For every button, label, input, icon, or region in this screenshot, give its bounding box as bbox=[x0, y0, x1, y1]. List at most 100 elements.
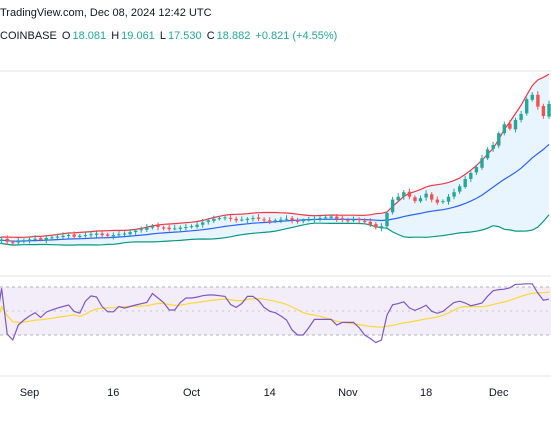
candle-body bbox=[485, 149, 490, 159]
candle-body bbox=[491, 145, 495, 149]
candle-body bbox=[44, 238, 48, 241]
price-chart[interactable]: Sep 16 Oct 14 Nov 18 Dec bbox=[0, 0, 551, 431]
candle-body bbox=[379, 226, 384, 229]
candle-body bbox=[474, 167, 479, 173]
candle-body bbox=[0, 239, 4, 241]
candle-body bbox=[312, 218, 317, 221]
candle-body bbox=[22, 240, 26, 242]
candle-body bbox=[16, 241, 21, 243]
time-axis-label: Dec bbox=[489, 387, 509, 399]
bollinger-bands bbox=[0, 73, 550, 246]
candle-body bbox=[195, 224, 199, 227]
candle-body bbox=[66, 235, 71, 237]
candle-body bbox=[72, 234, 76, 237]
candle-body bbox=[458, 186, 462, 192]
candle-body bbox=[452, 192, 456, 197]
candle-body bbox=[156, 225, 160, 227]
candle-body bbox=[161, 227, 166, 229]
candle-body bbox=[122, 233, 127, 235]
candle-body bbox=[547, 103, 551, 117]
candle-body bbox=[139, 229, 143, 231]
candle-body bbox=[402, 192, 406, 197]
candle-body bbox=[173, 228, 177, 230]
time-axis-label: 16 bbox=[107, 387, 119, 399]
candle-body bbox=[134, 230, 138, 233]
candle-body bbox=[424, 193, 428, 198]
candle-body bbox=[301, 220, 305, 222]
candle-body bbox=[27, 239, 32, 241]
candle-body bbox=[5, 238, 9, 242]
candle-body bbox=[33, 238, 37, 240]
candle-body bbox=[340, 218, 344, 220]
candle-body bbox=[519, 114, 523, 120]
time-axis-label: Oct bbox=[183, 387, 200, 399]
candle-body bbox=[390, 199, 395, 213]
candle-body bbox=[245, 218, 250, 221]
time-axis-label: Sep bbox=[20, 387, 40, 399]
candle-body bbox=[329, 216, 333, 218]
candle-body bbox=[117, 234, 121, 236]
candle-body bbox=[61, 235, 65, 238]
candle-body bbox=[463, 179, 467, 187]
candle-body bbox=[150, 226, 155, 228]
candle-body bbox=[83, 235, 88, 237]
candle-body bbox=[435, 199, 439, 203]
candle-body bbox=[413, 197, 417, 202]
candle-body bbox=[418, 198, 423, 202]
candle-body bbox=[284, 218, 289, 220]
candle-body bbox=[318, 218, 322, 220]
candle-body bbox=[78, 235, 82, 238]
candle-body bbox=[273, 220, 277, 222]
candle-body bbox=[357, 219, 361, 221]
candle-body bbox=[268, 220, 272, 222]
candle-body bbox=[206, 220, 210, 222]
candle-body bbox=[39, 238, 43, 240]
candle-body bbox=[374, 224, 378, 228]
candle-body bbox=[240, 219, 244, 221]
candle-body bbox=[508, 123, 512, 129]
candle-body bbox=[128, 232, 132, 235]
candle-body bbox=[541, 106, 546, 116]
candle-body bbox=[251, 218, 255, 220]
candle-body bbox=[111, 235, 115, 237]
candle-body bbox=[530, 94, 534, 100]
candle-body bbox=[201, 222, 205, 225]
candle-body bbox=[513, 119, 518, 130]
candle-body bbox=[385, 212, 389, 227]
candle-body bbox=[446, 196, 451, 202]
candle-body bbox=[536, 94, 540, 107]
candle-body bbox=[497, 133, 501, 146]
bollinger-fill bbox=[0, 74, 549, 246]
candle-body bbox=[525, 99, 529, 114]
candle-body bbox=[89, 234, 93, 236]
candle-body bbox=[407, 191, 412, 197]
candle-body bbox=[480, 158, 484, 168]
time-axis-label: 18 bbox=[420, 387, 432, 399]
candle-body bbox=[256, 217, 261, 219]
candle-body bbox=[307, 219, 311, 221]
candle-body bbox=[11, 242, 15, 244]
candle-body bbox=[296, 220, 300, 222]
candle-body bbox=[469, 173, 473, 179]
candle-body bbox=[502, 124, 506, 134]
candle-body bbox=[323, 217, 328, 219]
candle-body bbox=[368, 221, 372, 225]
candle-body bbox=[335, 216, 339, 219]
candle-body bbox=[234, 218, 238, 221]
candle-body bbox=[290, 218, 294, 221]
candle-body bbox=[430, 194, 434, 200]
candle-body bbox=[441, 201, 445, 203]
candle-body bbox=[94, 233, 99, 235]
candle-body bbox=[228, 217, 233, 219]
candle-body bbox=[217, 218, 222, 220]
candle-body bbox=[223, 217, 227, 219]
candle-body bbox=[55, 236, 60, 238]
candle-body bbox=[212, 218, 216, 221]
candle-body bbox=[50, 237, 54, 239]
candle-body bbox=[100, 233, 104, 236]
time-axis-label: 14 bbox=[264, 387, 276, 399]
time-axis-label: Nov bbox=[338, 387, 358, 399]
candle-body bbox=[351, 219, 356, 221]
time-axis: Sep 16 Oct 14 Nov 18 Dec bbox=[20, 387, 509, 399]
candle-body bbox=[346, 220, 350, 222]
